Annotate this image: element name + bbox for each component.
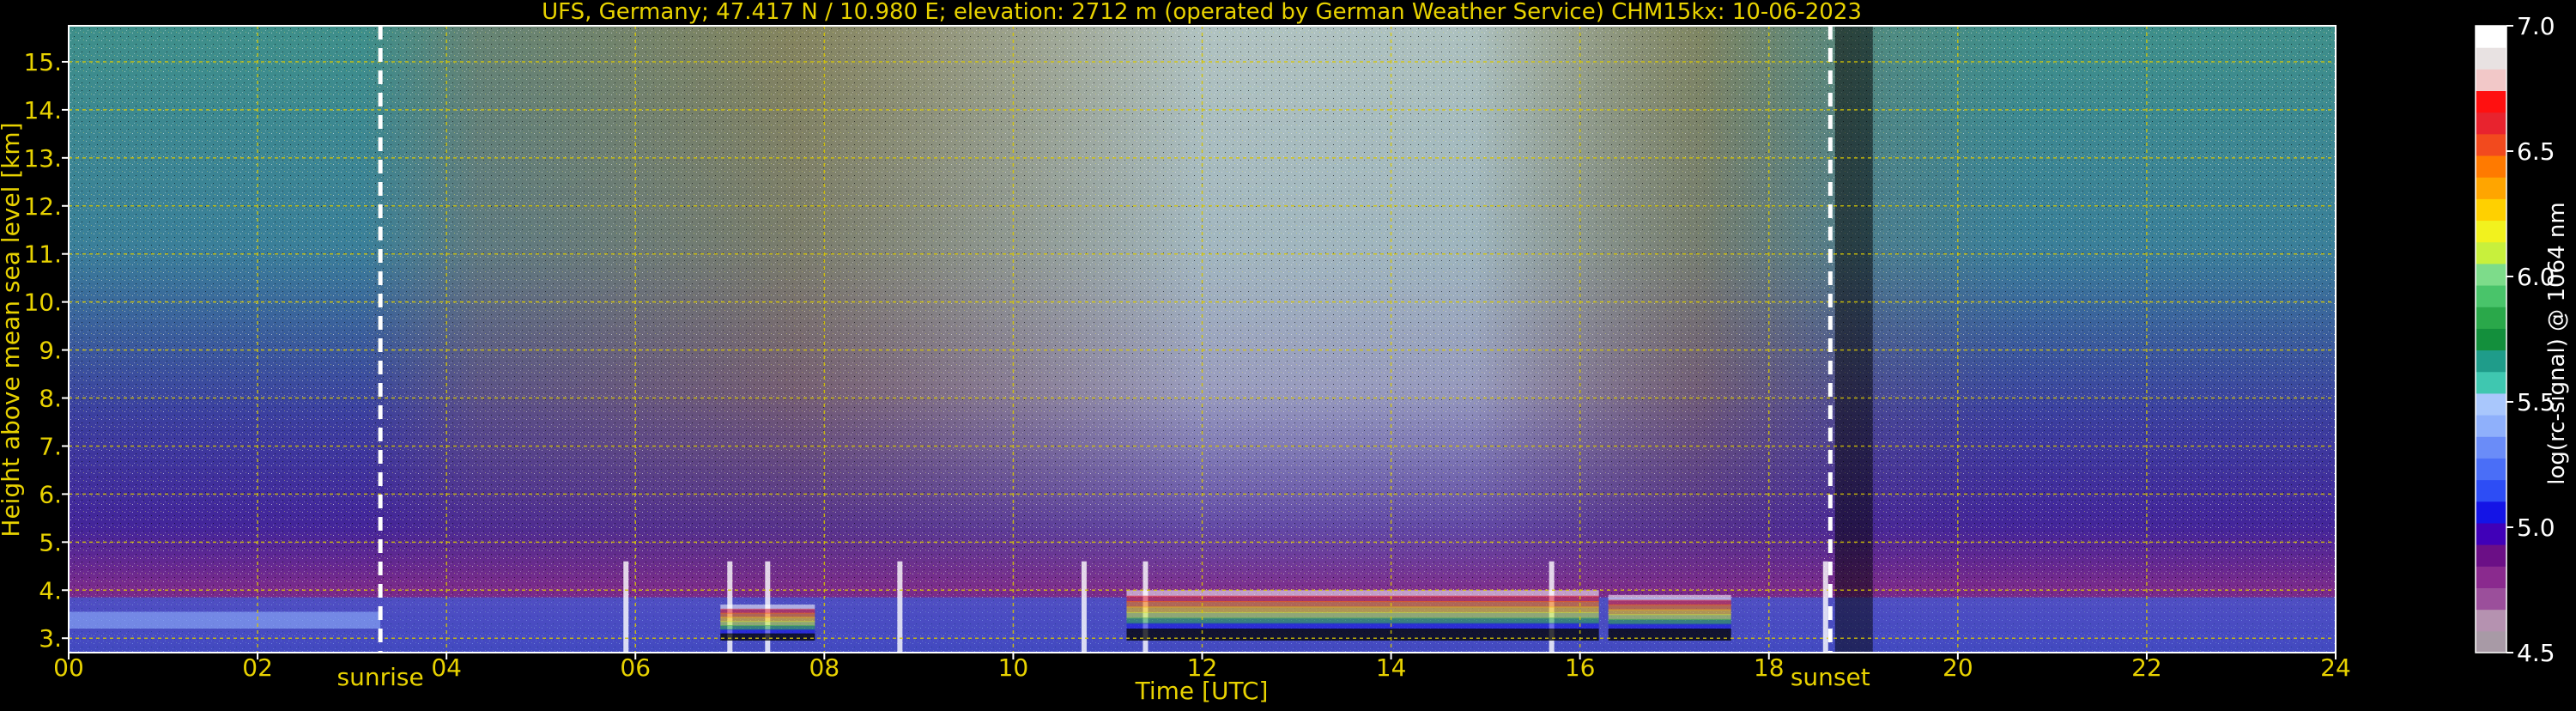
- signal-streak: [623, 561, 629, 653]
- colorbar-segment: [2476, 522, 2506, 545]
- colorbar-segment: [2476, 415, 2506, 437]
- y-tick-label: 11.: [23, 240, 62, 269]
- colorbar-tick-label: 4.5: [2517, 639, 2555, 667]
- x-tick-label: 04: [431, 653, 462, 682]
- heatmap-speckle: [69, 26, 2336, 653]
- x-tick-label: 06: [620, 653, 651, 682]
- y-tick-label: 5.: [39, 528, 62, 556]
- colorbar-segment: [2476, 436, 2506, 459]
- x-tick-label: 16: [1565, 653, 1596, 682]
- colorbar-segment: [2476, 349, 2506, 373]
- colorbar-segment: [2476, 501, 2506, 524]
- y-tick-label: 10.: [23, 289, 62, 317]
- cloud-layer: [1126, 617, 1599, 624]
- colorbar-segment: [2476, 47, 2506, 70]
- colorbar-segment: [2476, 458, 2506, 481]
- x-tick-label: 14: [1376, 653, 1407, 682]
- x-axis-label: Time [UTC]: [1135, 677, 1269, 705]
- colorbar-segment: [2476, 609, 2506, 632]
- colorbar-segment: [2476, 392, 2506, 416]
- x-tick-label: 18: [1754, 653, 1785, 682]
- colorbar-segment: [2476, 241, 2506, 264]
- x-tick-label: 00: [53, 653, 84, 682]
- x-tick-label: 10: [998, 653, 1029, 682]
- cloud-layer: [1126, 601, 1599, 608]
- y-axis-label: Height above mean sea level [km]: [0, 122, 25, 537]
- cloud-layer: [1126, 611, 1599, 619]
- x-tick-label: 08: [809, 653, 840, 682]
- colorbar-segment: [2476, 544, 2506, 567]
- colorbar-segment: [2476, 26, 2506, 48]
- signal-streak: [1081, 561, 1087, 653]
- y-tick-label: 12.: [23, 192, 62, 221]
- x-tick-label: 02: [242, 653, 273, 682]
- colorbar-segment: [2476, 198, 2506, 222]
- colorbar-segment: [2476, 328, 2506, 351]
- colorbar-segment: [2476, 133, 2506, 156]
- y-tick-label: 9.: [39, 337, 62, 365]
- colorbar-segment: [2476, 155, 2506, 178]
- y-tick-label: 4.: [39, 576, 62, 605]
- chart-svg: sunrise sunset00 02 04 06 08 10 12 14 16 18 20 22 243…: [0, 0, 2570, 705]
- colorbar-segment: [2476, 307, 2506, 329]
- y-tick-label: 14.: [23, 96, 62, 125]
- chart-title: UFS, Germany; 47.417 N / 10.980 E; eleva…: [542, 0, 1862, 25]
- cloud-layer: [1126, 595, 1599, 603]
- y-tick-label: 13.: [23, 144, 62, 173]
- colorbar-segment: [2476, 177, 2506, 199]
- colorbar-segment: [2476, 479, 2506, 502]
- colorbar-segment: [2476, 220, 2506, 243]
- sunset-label: sunset: [1791, 663, 1870, 691]
- colorbar-segment: [2476, 69, 2506, 92]
- colorbar-segment: [2476, 263, 2506, 286]
- colorbar-segment: [2476, 587, 2506, 611]
- colorbar-label: log(rc-signal) @ 1064 nm: [2544, 202, 2570, 484]
- x-tick-label: 20: [1943, 653, 1973, 682]
- colorbar-segment: [2476, 371, 2506, 394]
- y-tick-label: 8.: [39, 385, 62, 413]
- cloud-layer: [1126, 590, 1599, 597]
- y-tick-label: 6.: [39, 480, 62, 508]
- y-tick-label: 3.: [39, 624, 62, 653]
- x-tick-label: 22: [2131, 653, 2162, 682]
- colorbar-tick-label: 6.5: [2517, 137, 2555, 166]
- y-tick-label: 15.: [23, 48, 62, 76]
- signal-streak: [897, 561, 903, 653]
- colorbar-segment: [2476, 112, 2506, 135]
- colorbar: 4.55.05.56.06.57.0: [2475, 12, 2555, 667]
- colorbar-tick-label: 7.0: [2517, 12, 2555, 40]
- cloud-attenuation: [720, 633, 815, 641]
- signal-streak: [1822, 561, 1828, 653]
- night-gap: [1834, 26, 1873, 653]
- lidar-chart: sunrise sunset 00 02 04 06 08 10 12 14 16 18 20 22 24 3…: [0, 0, 2576, 708]
- colorbar-segment: [2476, 285, 2506, 307]
- boundary-layer-band: [69, 611, 381, 629]
- cloud-layer: [1126, 606, 1599, 613]
- colorbar-segment: [2476, 630, 2506, 653]
- colorbar-tick-label: 5.0: [2517, 514, 2555, 542]
- y-tick-label: 7.: [39, 432, 62, 460]
- colorbar-segment: [2476, 566, 2506, 588]
- plot-area: [69, 26, 2336, 653]
- cloud-layer: [1126, 623, 1599, 630]
- sunrise-label: sunrise: [337, 663, 424, 691]
- colorbar-segment: [2476, 90, 2506, 113]
- x-tick-label: 24: [2320, 653, 2351, 682]
